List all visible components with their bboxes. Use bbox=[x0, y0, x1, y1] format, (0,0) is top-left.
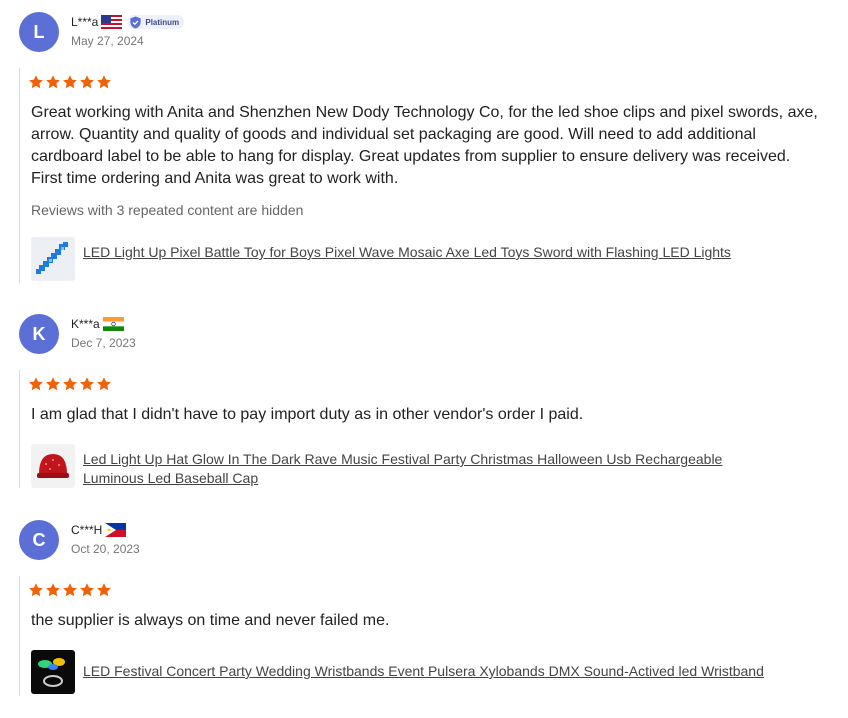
review-date: May 27, 2024 bbox=[71, 34, 144, 48]
review-date: Dec 7, 2023 bbox=[71, 336, 136, 350]
platinum-badge: Platinum bbox=[127, 15, 185, 29]
reviewer-name: C***H bbox=[71, 523, 103, 537]
avatar: C bbox=[19, 520, 59, 560]
reviewer-name: L***a bbox=[71, 15, 99, 29]
star-icon bbox=[62, 376, 78, 392]
product-link-row[interactable]: LED Light Up Pixel Battle Toy for Boys P… bbox=[31, 237, 783, 281]
rating-stars bbox=[28, 74, 112, 90]
star-icon bbox=[45, 582, 61, 598]
star-icon bbox=[45, 74, 61, 90]
philippines-flag-icon bbox=[105, 523, 127, 537]
product-link[interactable]: Led Light Up Hat Glow In The Dark Rave M… bbox=[83, 450, 783, 488]
review-body: Great working with Anita and Shenzhen Ne… bbox=[19, 68, 830, 283]
rating-stars bbox=[28, 582, 112, 598]
product-thumbnail[interactable] bbox=[31, 650, 75, 694]
verified-shield-icon bbox=[130, 15, 141, 29]
product-thumbnail[interactable] bbox=[31, 237, 75, 281]
star-icon bbox=[28, 582, 44, 598]
star-icon bbox=[62, 74, 78, 90]
review-text: the supplier is always on time and never… bbox=[31, 612, 390, 629]
star-icon bbox=[28, 376, 44, 392]
review-body: the supplier is always on time and never… bbox=[19, 576, 830, 696]
rating-stars bbox=[28, 376, 112, 392]
product-link[interactable]: LED Light Up Pixel Battle Toy for Boys P… bbox=[83, 243, 783, 262]
review-text: Great working with Anita and Shenzhen Ne… bbox=[31, 104, 818, 187]
product-link-row[interactable]: LED Festival Concert Party Wedding Wrist… bbox=[31, 650, 823, 694]
star-icon bbox=[28, 74, 44, 90]
star-icon bbox=[62, 582, 78, 598]
star-icon bbox=[96, 582, 112, 598]
star-icon bbox=[96, 74, 112, 90]
reviewer-name: K***a bbox=[71, 317, 100, 331]
us-flag-icon bbox=[101, 15, 123, 29]
badge-label: Platinum bbox=[145, 17, 180, 27]
star-icon bbox=[79, 74, 95, 90]
product-thumbnail[interactable] bbox=[31, 444, 75, 488]
hidden-reviews-note: Reviews with 3 repeated content are hidd… bbox=[31, 202, 304, 218]
avatar: K bbox=[19, 314, 59, 354]
product-link[interactable]: LED Festival Concert Party Wedding Wrist… bbox=[83, 662, 823, 681]
india-flag-icon bbox=[102, 317, 124, 331]
star-icon bbox=[45, 376, 61, 392]
review-body: I am glad that I didn't have to pay impo… bbox=[19, 370, 830, 488]
star-icon bbox=[96, 376, 112, 392]
product-link-row[interactable]: Led Light Up Hat Glow In The Dark Rave M… bbox=[31, 444, 783, 488]
star-icon bbox=[79, 582, 95, 598]
star-icon bbox=[79, 376, 95, 392]
review-text: I am glad that I didn't have to pay impo… bbox=[31, 406, 584, 423]
avatar: L bbox=[19, 12, 59, 52]
review-date: Oct 20, 2023 bbox=[71, 542, 140, 556]
